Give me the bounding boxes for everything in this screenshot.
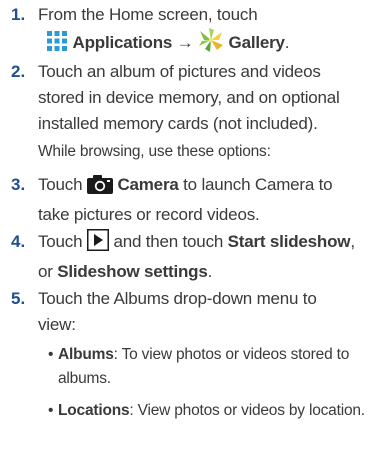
bullet-locations: • Locations: View photos or videos by loc… <box>48 402 365 419</box>
bullet-albums: • Albums: To view photos or videos stored… <box>48 346 350 387</box>
step-number: 5. <box>11 289 26 308</box>
locations-label: Locations <box>58 402 130 419</box>
step-text: Touch an album of pictures and videos st… <box>38 62 340 133</box>
play-icon <box>86 229 109 259</box>
arrow: → <box>176 33 194 52</box>
albums-label: Albums <box>58 346 114 363</box>
step-number: 3. <box>11 175 26 194</box>
gallery-label: Gallery <box>228 33 285 52</box>
step-number: 4. <box>11 232 26 251</box>
instructions-page: 1. From the Home screen, touch Applicati… <box>0 0 370 456</box>
step-text: Touch Camera to launch Camera to take pi… <box>38 175 333 224</box>
applications-grid-icon <box>46 30 68 60</box>
step-number: 2. <box>11 62 26 81</box>
gallery-icon <box>198 28 224 60</box>
browsing-note: While browsing, use these options: <box>38 143 271 160</box>
step-text: Touch and then touch Start slideshow, or… <box>38 229 366 285</box>
step-text: Touch the Albums drop-down menu to view: <box>38 289 317 334</box>
applications-label: Applications <box>72 33 173 52</box>
step-number: 1. <box>11 5 26 24</box>
camera-icon <box>86 175 113 202</box>
step-text: From the Home screen, touch Applications… <box>38 2 366 60</box>
start-slideshow-label: Start slideshow <box>227 232 351 251</box>
camera-label: Camera <box>117 175 179 194</box>
slideshow-settings-label: Slideshow settings <box>57 262 208 281</box>
